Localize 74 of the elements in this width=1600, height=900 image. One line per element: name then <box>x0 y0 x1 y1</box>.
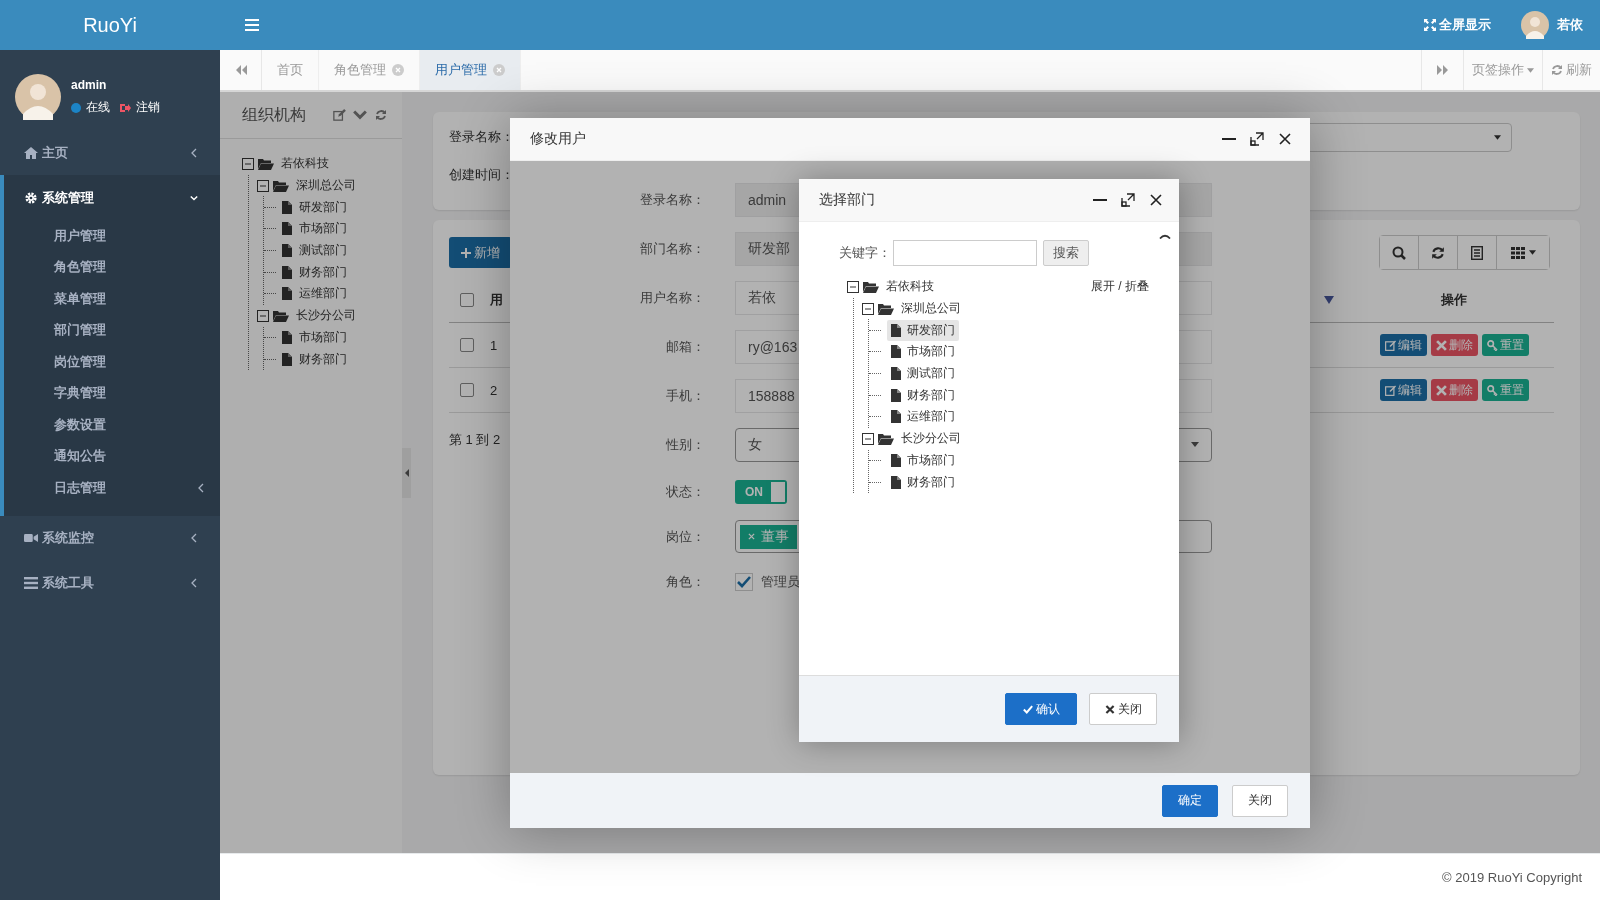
user-name: admin <box>71 78 108 92</box>
form-label: 邮箱： <box>665 337 706 356</box>
tree-node[interactable]: 深圳总公司 <box>898 299 964 319</box>
logout-link[interactable]: 注销 <box>136 99 160 116</box>
fullscreen-link[interactable]: 全屏显示 <box>1424 16 1491 34</box>
tree-node[interactable]: 市场部门 <box>887 341 959 363</box>
tree-node[interactable]: 若依科技 <box>883 277 937 297</box>
dialog-title: 选择部门 <box>819 191 875 209</box>
status-label: 在线 <box>86 99 110 116</box>
tree-node[interactable]: 财务部门 <box>887 384 959 406</box>
form-label: 岗位： <box>665 527 706 546</box>
form-label: 关键字： <box>839 244 891 262</box>
tree-node[interactable]: 运维部门 <box>887 406 959 428</box>
close-button[interactable]: 关闭 <box>1089 693 1157 725</box>
edit-button[interactable]: 编辑 <box>1379 334 1427 356</box>
tree-node[interactable]: 长沙分公司 <box>898 429 964 449</box>
submenu-item[interactable]: 字典管理 <box>4 377 220 409</box>
form-label: 创建时间： <box>449 166 514 184</box>
close-button[interactable]: 关闭 <box>1232 784 1288 817</box>
column-header: 操作 <box>1440 291 1468 309</box>
confirm-button[interactable]: 确定 <box>1162 784 1218 817</box>
submenu-item[interactable]: 菜单管理 <box>4 283 220 315</box>
form-label: 部门名称： <box>639 239 706 258</box>
tree-node[interactable]: 财务部门 <box>296 262 350 282</box>
panel-title: 组织机构 <box>242 104 307 125</box>
tab[interactable]: 用户管理 <box>420 50 521 90</box>
menu-item[interactable]: 系统管理 <box>4 175 220 220</box>
confirm-button[interactable]: 确认 <box>1005 693 1077 725</box>
delete-button[interactable]: 删除 <box>1430 379 1478 401</box>
submenu-item[interactable]: 岗位管理 <box>4 346 220 378</box>
tree-node[interactable]: 测试部门 <box>296 241 350 261</box>
tree-node[interactable]: 深圳总公司 <box>293 176 359 196</box>
submenu-item[interactable]: 角色管理 <box>4 251 220 283</box>
menu-item[interactable]: 主页 <box>0 130 220 175</box>
form-label: 状态： <box>665 482 706 501</box>
form-label: 手机： <box>665 386 706 405</box>
dialog-title: 修改用户 <box>530 130 586 148</box>
delete-button[interactable]: 删除 <box>1430 334 1478 356</box>
copyright-text: © 2019 RuoYi Copyright <box>1442 869 1582 885</box>
form-label: 性别： <box>665 435 706 454</box>
tree-node[interactable]: 财务部门 <box>887 471 959 493</box>
submenu-item[interactable]: 通知公告 <box>4 440 220 472</box>
form-label: 角色： <box>665 572 706 591</box>
tree-node[interactable]: 市场部门 <box>887 449 959 471</box>
menu-item[interactable]: 系统工具 <box>0 560 220 606</box>
menu-item[interactable]: 系统监控 <box>0 515 220 561</box>
tree-node[interactable]: 市场部门 <box>296 219 350 239</box>
tree-node[interactable]: 研发部门 <box>296 197 350 217</box>
logo: RuoYi <box>0 0 220 50</box>
tree-node[interactable]: 财务部门 <box>296 349 350 369</box>
form-label: 登录名称： <box>449 128 514 146</box>
checkbox-label: 管理员 <box>761 572 800 591</box>
add-button[interactable]: 新增 <box>449 237 512 268</box>
pagination-info: 第 1 到 2 <box>449 431 501 449</box>
submenu-item[interactable]: 日志管理 <box>4 472 220 504</box>
search-button[interactable]: 搜索 <box>1043 240 1089 266</box>
tree-node[interactable]: 市场部门 <box>296 327 350 347</box>
tree-node[interactable]: 测试部门 <box>887 363 959 385</box>
edit-button[interactable]: 编辑 <box>1379 379 1427 401</box>
form-label: 用户名称： <box>639 288 706 307</box>
tree-node[interactable]: 研发部门 <box>887 319 959 341</box>
submenu-item[interactable]: 部门管理 <box>4 314 220 346</box>
tab[interactable]: 首页 <box>262 50 319 90</box>
table-cell: 2 <box>490 382 498 398</box>
form-label: 登录名称： <box>639 190 706 209</box>
user-name[interactable]: 若依 <box>1557 16 1583 34</box>
tree-node[interactable]: 若依科技 <box>278 154 332 174</box>
tree-node[interactable]: 长沙分公司 <box>293 306 359 326</box>
submenu-item[interactable]: 参数设置 <box>4 409 220 441</box>
tree-node[interactable]: 运维部门 <box>296 284 350 304</box>
table-cell: 1 <box>490 337 498 353</box>
column-header[interactable]: 用 <box>490 291 503 309</box>
expand-collapse-link[interactable]: 展开 / 折叠 <box>1091 266 1149 295</box>
submenu-item[interactable]: 用户管理 <box>4 220 220 252</box>
